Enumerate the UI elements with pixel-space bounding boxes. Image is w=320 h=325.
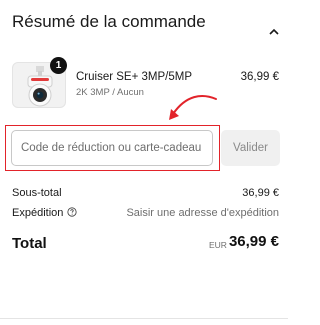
annotation-arrow-icon	[169, 95, 217, 120]
order-summary-title: Résumé de la commande	[12, 12, 206, 31]
apply-discount-button[interactable]: Valider	[221, 130, 280, 166]
product-variant: 2K 3MP / Aucun	[76, 87, 144, 98]
bottom-divider	[0, 318, 288, 319]
question-circle-icon[interactable]	[67, 207, 77, 217]
total-label: Total	[12, 235, 47, 252]
quantity-badge: 1	[50, 57, 67, 74]
shipping-label: Expédition	[12, 207, 64, 219]
chevron-up-icon[interactable]	[266, 24, 282, 40]
shipping-value: Saisir une adresse d'expédition	[126, 207, 279, 219]
subtotal-value: 36,99 €	[242, 187, 279, 199]
total-value: 36,99 €	[228, 233, 279, 250]
discount-code-input[interactable]	[11, 130, 213, 166]
product-name: Cruiser SE+ 3MP/5MP	[76, 71, 192, 83]
order-summary-header[interactable]: Résumé de la commande	[12, 11, 242, 32]
product-price: 36,99 €	[240, 71, 279, 83]
total-currency: EUR	[209, 240, 227, 250]
shipping-row: Expédition	[12, 207, 77, 219]
subtotal-label: Sous-total	[12, 187, 62, 199]
